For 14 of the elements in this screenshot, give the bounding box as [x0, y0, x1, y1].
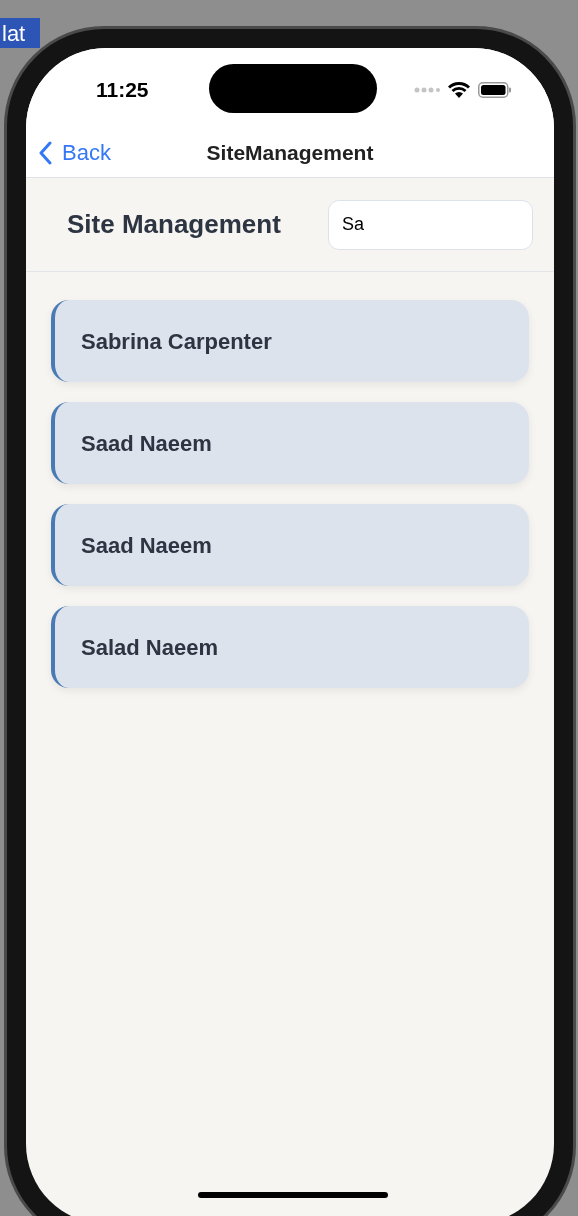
search-field[interactable]: Sa [328, 199, 533, 250]
page-heading: Site Management [67, 208, 281, 241]
status-time: 11:25 [96, 77, 149, 104]
site-name: Sabrina Carpenter [81, 327, 272, 356]
site-name: Saad Naeem [81, 429, 212, 458]
site-card[interactable]: Saad Naeem [51, 504, 529, 586]
site-name: Saad Naeem [81, 531, 212, 560]
back-button[interactable]: Back [38, 136, 111, 169]
nav-title: SiteManagement [206, 139, 374, 166]
site-card[interactable]: Salad Naeem [51, 606, 529, 688]
background-button[interactable]: lat [0, 18, 40, 48]
site-card[interactable]: Sabrina Carpenter [51, 300, 529, 382]
site-card[interactable]: Saad Naeem [51, 402, 529, 484]
site-name: Salad Naeem [81, 633, 218, 662]
